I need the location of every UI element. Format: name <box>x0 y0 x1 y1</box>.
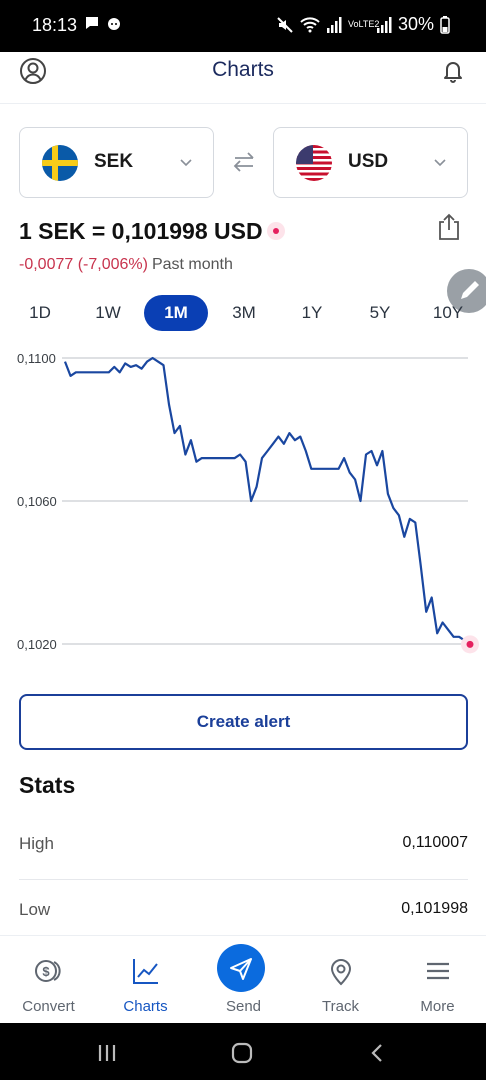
stat-value: 0,101998 <box>401 900 468 917</box>
rate-line-chart[interactable]: 0,1100 0,1060 0,1020 <box>0 340 486 660</box>
to-currency-code: USD <box>348 151 389 172</box>
tab-5y[interactable]: 5Y <box>356 295 404 331</box>
stat-row-low: Low 0,101998 <box>19 886 468 938</box>
divider <box>19 879 468 880</box>
wifi-icon <box>300 16 320 32</box>
stat-label: Low <box>19 900 51 919</box>
share-icon[interactable] <box>436 213 462 241</box>
send-icon <box>230 958 252 980</box>
live-indicator <box>267 222 285 240</box>
nav-convert[interactable]: $ Convert <box>0 936 97 1024</box>
system-status-icons: VoLTE2 30% <box>276 14 450 35</box>
period-tabs: 1D 1W 1M 3M 1Y 5Y 10Y <box>0 295 486 331</box>
tab-1d[interactable]: 1D <box>16 295 64 331</box>
tab-1y[interactable]: 1Y <box>288 295 336 331</box>
create-alert-button[interactable]: Create alert <box>19 694 468 750</box>
nav-label: Charts <box>123 998 168 1015</box>
battery-level: 30% <box>397 14 434 34</box>
volte-label: VoLTE2 <box>347 19 380 29</box>
tab-10y[interactable]: 10Y <box>424 295 472 331</box>
last-point-marker <box>466 640 474 648</box>
mute-icon <box>277 16 293 33</box>
chevron-down-icon <box>434 159 446 167</box>
chart-icon <box>133 959 158 984</box>
bottom-navigation: $ Convert Charts Send Track More <box>0 935 486 1023</box>
usa-flag-icon <box>296 145 332 181</box>
status-time: 18:13 <box>32 15 78 35</box>
status-bar: 18:13 VoLTE2 30% <box>0 0 486 52</box>
nav-charts[interactable]: Charts <box>97 936 194 1024</box>
sweden-flag-icon <box>42 145 78 181</box>
stats-title: Stats <box>19 772 76 798</box>
stat-label: High <box>19 834 54 853</box>
tab-1w[interactable]: 1W <box>84 295 132 331</box>
exchange-rate: 1 SEK = 0,101998 USD <box>19 218 263 244</box>
rate-change-value: -0,0077 (-7,006%) <box>19 256 148 273</box>
y-tick-label: 0,1060 <box>17 494 57 509</box>
reddit-icon <box>108 18 120 30</box>
signal-icon <box>326 16 342 33</box>
nav-more[interactable]: More <box>389 936 486 1024</box>
convert-coins-icon: $ <box>35 960 61 982</box>
svg-text:$: $ <box>42 964 50 979</box>
signal-icon-2 <box>376 16 392 33</box>
y-tick-label: 0,1100 <box>17 351 56 366</box>
home-icon[interactable] <box>230 1041 254 1065</box>
battery-icon <box>440 15 450 34</box>
rate-change: -0,0077 (-7,006%) Past month <box>19 256 233 274</box>
tab-1m[interactable]: 1M <box>144 295 208 331</box>
nav-track[interactable]: Track <box>292 936 389 1024</box>
location-pin-icon <box>330 959 352 986</box>
system-navigation-bar <box>0 1023 486 1080</box>
app-header: Charts <box>0 52 486 104</box>
chevron-down-icon <box>180 159 192 167</box>
back-icon[interactable] <box>366 1041 390 1065</box>
send-button <box>217 944 265 992</box>
nav-label: More <box>420 998 455 1015</box>
from-currency-select[interactable]: SEK <box>19 127 214 198</box>
to-currency-select[interactable]: USD <box>273 127 468 198</box>
nav-send[interactable]: Send <box>195 936 292 1024</box>
notification-icons <box>84 15 122 31</box>
tab-3m[interactable]: 3M <box>220 295 268 331</box>
page-title: Charts <box>212 58 274 81</box>
nav-label: Convert <box>22 998 75 1015</box>
bell-icon[interactable] <box>438 56 468 86</box>
recent-apps-icon[interactable] <box>95 1041 119 1065</box>
stat-value: 0,110007 <box>402 834 468 851</box>
menu-icon <box>427 962 449 980</box>
nav-label: Track <box>322 998 359 1015</box>
from-currency-code: SEK <box>94 151 134 172</box>
message-icon <box>86 17 98 29</box>
swap-currencies-icon[interactable] <box>230 148 258 176</box>
stat-row-high: High 0,110007 <box>19 820 468 872</box>
rate-change-period: Past month <box>151 256 233 273</box>
nav-label: Send <box>225 998 262 1015</box>
y-tick-label: 0,1020 <box>17 637 57 652</box>
